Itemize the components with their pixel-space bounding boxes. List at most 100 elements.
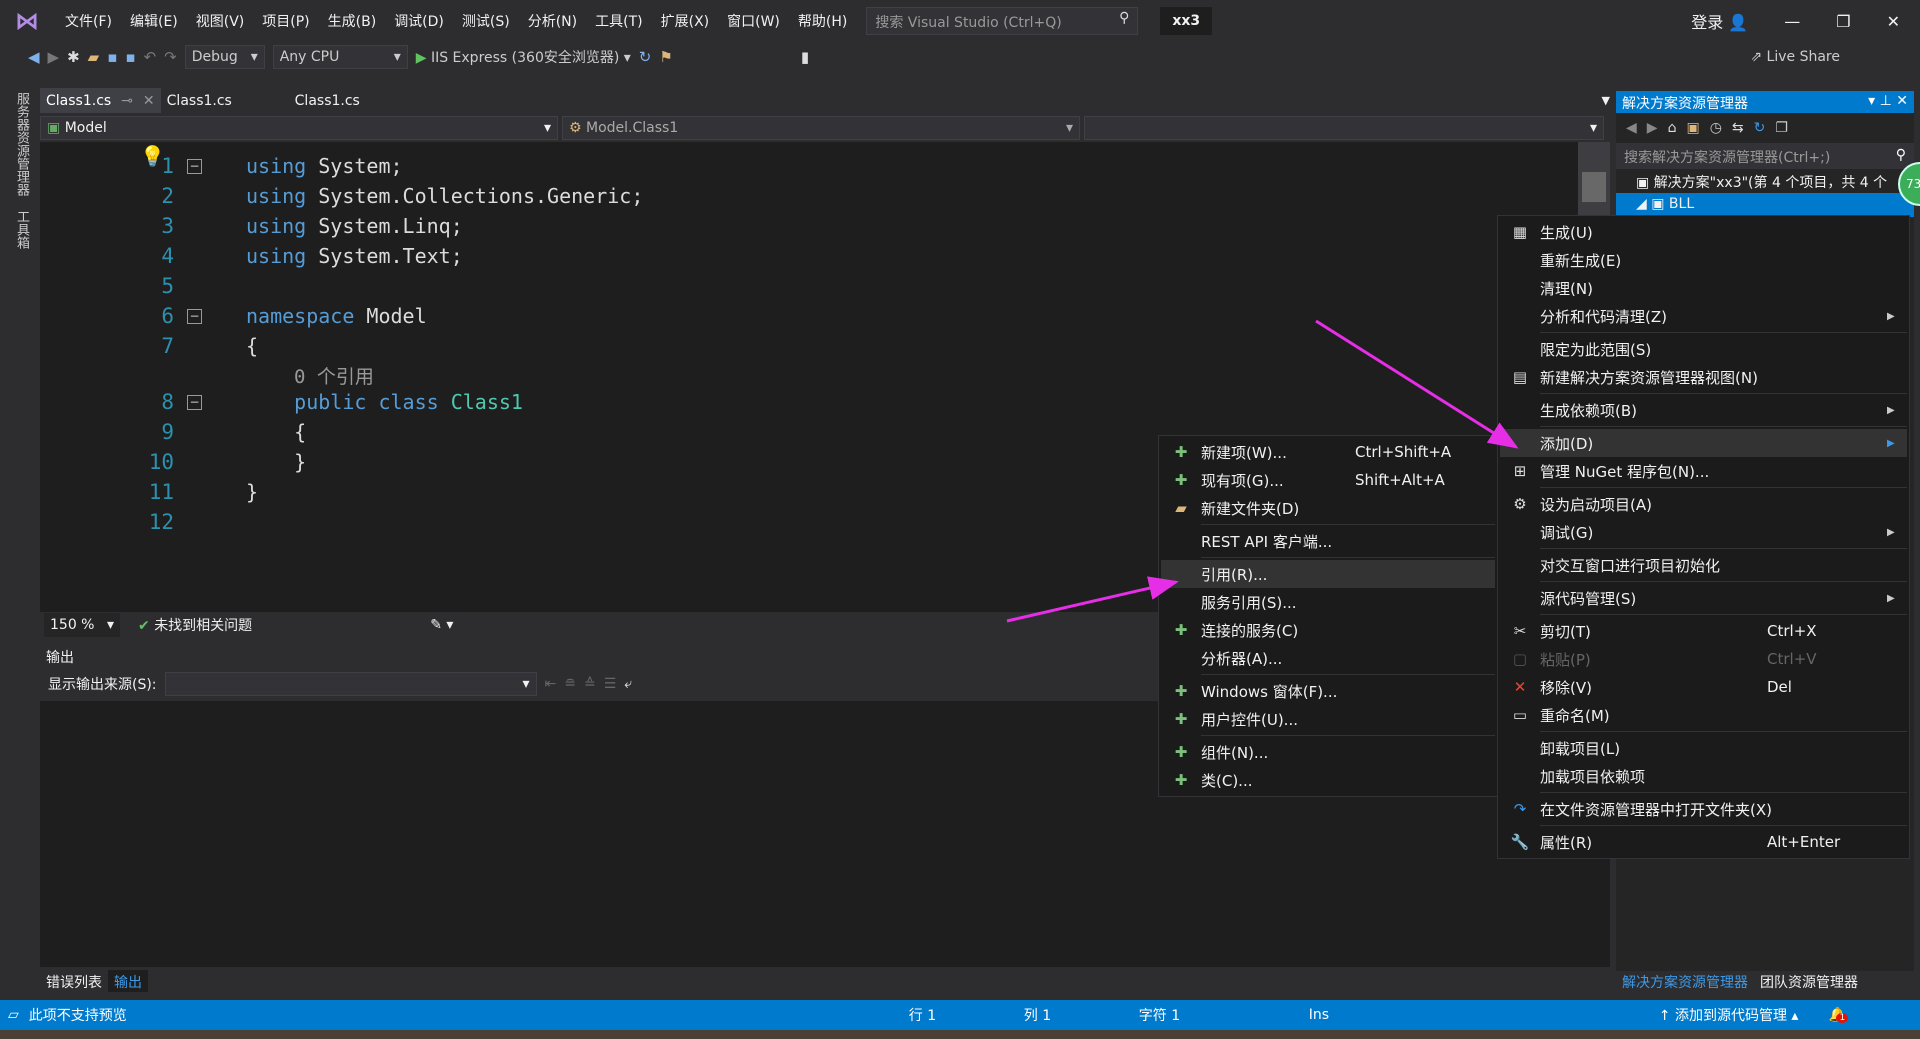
platform-select[interactable]: Any CPU ▾ <box>272 45 408 69</box>
pending-changes-icon[interactable]: ◷ <box>1710 120 1722 136</box>
menu-item[interactable]: ✚ 现有项(G)... Shift+Alt+A <box>1161 466 1495 494</box>
codelens-references[interactable]: 0 个引用 <box>294 362 374 389</box>
tab-output[interactable]: 输出 <box>108 970 148 992</box>
collapse-toggle-icon[interactable]: − <box>187 159 202 174</box>
forward-icon[interactable]: ▶ <box>1647 120 1658 136</box>
menu-item[interactable]: 测试(S) <box>453 11 519 31</box>
menu-item[interactable]: 服务引用(S)... <box>1161 588 1495 616</box>
browser-link-icon[interactable]: ⚑ <box>659 48 672 66</box>
tab-class1[interactable]: Class1.cs <box>289 88 366 113</box>
menu-item[interactable]: ✚ 组件(N)... <box>1161 738 1495 766</box>
restore-button[interactable]: ❐ <box>1836 12 1850 31</box>
new-project-icon[interactable]: ✱ <box>67 48 80 66</box>
find-previous-icon[interactable]: ≘ <box>564 676 576 692</box>
class-select[interactable]: ⚙ Model.Class1 ▾ <box>562 116 1080 140</box>
menu-item[interactable]: ▤ 新建解决方案资源管理器视图(N) <box>1500 363 1907 391</box>
menu-item[interactable]: 视图(V) <box>187 11 254 31</box>
tab-list-dropdown-icon[interactable]: ▼ <box>1602 94 1610 107</box>
login-button[interactable]: 登录 👤 <box>1691 9 1748 33</box>
cleanup-brush-icon[interactable]: ✎ ▾ <box>430 617 453 633</box>
add-to-source-control-button[interactable]: ↑ 添加到源代码管理 ▴ <box>1659 1005 1799 1025</box>
menu-item[interactable]: 调试(D) <box>385 11 453 31</box>
server-explorer-tab[interactable]: 服务器资源管理器 <box>12 92 31 196</box>
menu-item[interactable]: 清理(N) <box>1500 274 1907 302</box>
output-source-select[interactable]: ▾ <box>164 672 537 696</box>
collapse-all-icon[interactable]: ❐ <box>1775 120 1788 136</box>
menu-item[interactable]: 引用(R)... <box>1161 560 1495 588</box>
member-select[interactable]: ▾ <box>1084 116 1604 140</box>
word-wrap-icon[interactable]: ⤶ <box>624 676 632 692</box>
tab-class1-pinned[interactable]: Class1.cs ⊸ ✕ <box>40 88 161 113</box>
refresh-icon[interactable]: ↻ <box>1754 120 1766 136</box>
menu-item[interactable]: 限定为此范围(S) <box>1500 335 1907 363</box>
switch-view-icon[interactable]: ▣ <box>1686 120 1699 136</box>
project-node-bll[interactable]: ◢ ▣ BLL <box>1616 193 1914 217</box>
menu-item[interactable]: 卸载项目(L) <box>1500 734 1907 762</box>
menu-item[interactable]: ✚ 类(C)... <box>1161 766 1495 794</box>
tab-error-list[interactable]: 错误列表 <box>40 970 108 992</box>
menu-item[interactable]: ⊞ 管理 NuGet 程序包(N)... <box>1500 457 1907 485</box>
menu-item[interactable]: 生成(B) <box>319 11 386 31</box>
refresh-icon[interactable]: ↻ <box>639 48 652 66</box>
bookmark-icon[interactable]: ▮ <box>801 48 809 66</box>
project-select[interactable]: ▣ Model ▾ <box>40 116 558 140</box>
menu-item[interactable]: 窗口(W) <box>718 11 789 31</box>
solution-node[interactable]: ▣ 解决方案"xx3"(第 4 个项目，共 4 个 <box>1616 169 1914 193</box>
tab-solution-explorer[interactable]: 解决方案资源管理器 <box>1616 970 1754 994</box>
tab-class1[interactable]: Class1.cs <box>161 88 289 113</box>
menu-item[interactable]: REST API 客户端... <box>1161 527 1495 555</box>
expand-icon[interactable]: ◢ <box>1636 196 1647 212</box>
menu-item[interactable]: ▢ 粘贴(P) Ctrl+V <box>1500 645 1907 673</box>
menu-item[interactable]: 加载项目依赖项 <box>1500 762 1907 790</box>
menu-item[interactable]: ✂ 剪切(T) Ctrl+X <box>1500 617 1907 645</box>
save-all-icon[interactable]: ▪ <box>125 48 135 66</box>
menu-item[interactable]: ✚ Windows 窗体(F)... <box>1161 677 1495 705</box>
search-input[interactable]: 搜索 Visual Studio (Ctrl+Q) ⚲ <box>866 7 1139 35</box>
zoom-select[interactable]: 150 % ▾ <box>44 612 120 637</box>
menu-item[interactable]: 生成依赖项(B) ▶ <box>1500 396 1907 424</box>
live-share-button[interactable]: ⇗ Live Share <box>1750 49 1840 65</box>
save-icon[interactable]: ▪ <box>107 48 117 66</box>
tab-team-explorer[interactable]: 团队资源管理器 <box>1754 970 1864 994</box>
menu-item[interactable]: ▦ 生成(U) <box>1500 218 1907 246</box>
clear-all-icon[interactable]: ☰ <box>604 676 617 692</box>
sync-icon[interactable]: ⇆ <box>1732 120 1744 136</box>
find-next-icon[interactable]: ≙ <box>584 676 596 692</box>
menu-item[interactable]: 对交互窗口进行项目初始化 <box>1500 551 1907 579</box>
menu-item[interactable]: ▰ 新建文件夹(D) <box>1161 494 1495 522</box>
collapse-toggle-icon[interactable]: − <box>187 395 202 410</box>
menu-item[interactable]: ⚙ 设为启动项目(A) <box>1500 490 1907 518</box>
menu-item[interactable]: 调试(G) ▶ <box>1500 518 1907 546</box>
pin-icon[interactable]: ⊸ <box>121 93 133 109</box>
menu-item[interactable]: ▭ 重命名(M) <box>1500 701 1907 729</box>
pin-icon[interactable]: ⊥ <box>1880 93 1892 109</box>
menu-item[interactable]: 扩展(X) <box>652 11 719 31</box>
home-icon[interactable]: ⌂ <box>1668 120 1677 136</box>
solution-search-input[interactable]: 搜索解决方案资源管理器(Ctrl+;) ⚲ <box>1616 143 1914 169</box>
goto-previous-icon[interactable]: ⇤ <box>545 676 557 692</box>
menu-item[interactable]: 🔧 属性(R) Alt+Enter <box>1500 828 1907 856</box>
config-select[interactable]: Debug ▾ <box>184 45 265 69</box>
notifications-bell-icon[interactable]: 🔔1 <box>1828 1007 1849 1023</box>
back-icon[interactable]: ◀ <box>28 48 40 66</box>
dropdown-icon[interactable]: ▾ <box>1868 93 1875 109</box>
redo-icon[interactable]: ↷ <box>164 48 177 66</box>
menu-item[interactable]: ✚ 新建项(W)... Ctrl+Shift+A <box>1161 438 1495 466</box>
menu-item[interactable]: 项目(P) <box>253 11 318 31</box>
menu-item[interactable]: 工具(T) <box>586 11 651 31</box>
menu-item[interactable]: 编辑(E) <box>121 11 187 31</box>
open-icon[interactable]: ▰ <box>88 48 100 66</box>
menu-item[interactable]: ↷ 在文件资源管理器中打开文件夹(X) <box>1500 795 1907 823</box>
menu-item[interactable]: 帮助(H) <box>789 11 856 31</box>
close-icon[interactable]: ✕ <box>143 93 155 109</box>
menu-item[interactable]: ✚ 用户控件(U)... <box>1161 705 1495 733</box>
collapse-toggle-icon[interactable]: − <box>187 309 202 324</box>
menu-item[interactable]: ✕ 移除(V) Del <box>1500 673 1907 701</box>
menu-item[interactable]: 分析器(A)... <box>1161 644 1495 672</box>
close-button[interactable]: ✕ <box>1887 12 1900 31</box>
menu-item[interactable]: ✚ 连接的服务(C) <box>1161 616 1495 644</box>
menu-item[interactable]: 分析和代码清理(Z) ▶ <box>1500 302 1907 330</box>
minimize-button[interactable]: — <box>1784 12 1800 31</box>
menu-item[interactable]: 源代码管理(S) ▶ <box>1500 584 1907 612</box>
scrollbar-thumb[interactable] <box>1582 172 1606 202</box>
